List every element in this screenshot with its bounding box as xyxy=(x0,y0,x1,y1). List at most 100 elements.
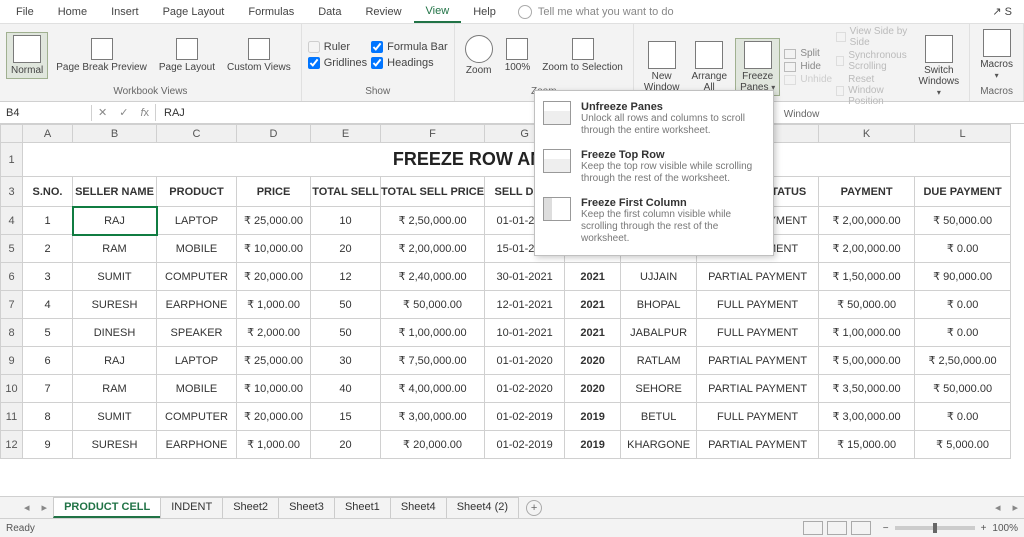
column-header[interactable]: L xyxy=(915,125,1011,143)
cell[interactable]: PARTIAL PAYMENT xyxy=(697,431,819,459)
cell[interactable]: 2019 xyxy=(565,403,621,431)
worksheet-grid[interactable]: ABCDEFGHIJKL1FREEZE ROW AND COLUMN3S.NO.… xyxy=(0,124,1024,496)
menu-data[interactable]: Data xyxy=(306,2,353,22)
freeze-first-column-item[interactable]: Freeze First ColumnKeep the first column… xyxy=(535,191,773,251)
cell[interactable]: ₹ 0.00 xyxy=(915,403,1011,431)
freeze-panes-button[interactable]: Freeze Panes xyxy=(735,38,780,96)
zoom-in-button[interactable]: + xyxy=(981,523,987,534)
menu-help[interactable]: Help xyxy=(461,2,508,22)
page-layout-view-icon[interactable] xyxy=(827,521,847,535)
header-cell[interactable]: PAYMENT xyxy=(819,177,915,207)
column-header[interactable]: K xyxy=(819,125,915,143)
cell[interactable]: ₹ 3,00,000.00 xyxy=(381,403,485,431)
cell[interactable]: ₹ 5,000.00 xyxy=(915,431,1011,459)
cell[interactable]: ₹ 50,000.00 xyxy=(819,291,915,319)
cell[interactable]: 50 xyxy=(311,319,381,347)
column-header[interactable]: C xyxy=(157,125,237,143)
cell[interactable]: ₹ 2,50,000.00 xyxy=(381,207,485,235)
row-header[interactable]: 9 xyxy=(1,347,23,375)
column-header[interactable]: D xyxy=(237,125,311,143)
header-cell[interactable]: TOTAL SELL PRICE xyxy=(381,177,485,207)
cell[interactable]: 01-02-2019 xyxy=(485,403,565,431)
cell[interactable]: RAM xyxy=(73,235,157,263)
cell[interactable]: DINESH xyxy=(73,319,157,347)
row-header[interactable]: 10 xyxy=(1,375,23,403)
cell[interactable]: SUMIT xyxy=(73,263,157,291)
cell[interactable]: ₹ 0.00 xyxy=(915,319,1011,347)
row-header[interactable]: 7 xyxy=(1,291,23,319)
cell[interactable]: ₹ 1,00,000.00 xyxy=(381,319,485,347)
sheet-tab[interactable]: Sheet2 xyxy=(222,497,279,518)
cell[interactable]: 30 xyxy=(311,347,381,375)
cell[interactable]: 4 xyxy=(23,291,73,319)
header-cell[interactable]: DUE PAYMENT xyxy=(915,177,1011,207)
cell[interactable]: ₹ 2,00,000.00 xyxy=(381,235,485,263)
menu-insert[interactable]: Insert xyxy=(99,2,151,22)
cell[interactable]: 01-02-2019 xyxy=(485,431,565,459)
sheet-tab[interactable]: PRODUCT CELL xyxy=(53,497,161,518)
cell[interactable]: ₹ 1,00,000.00 xyxy=(819,319,915,347)
hide-button[interactable]: Hide xyxy=(784,61,832,72)
cell[interactable]: ₹ 50,000.00 xyxy=(381,291,485,319)
select-all-corner[interactable] xyxy=(1,125,23,143)
header-cell[interactable]: PRODUCT xyxy=(157,177,237,207)
name-box[interactable]: B4 xyxy=(0,105,92,121)
cell[interactable]: EARPHONE xyxy=(157,431,237,459)
arrange-all-button[interactable]: Arrange All xyxy=(687,39,731,95)
cell[interactable]: RAJ xyxy=(73,347,157,375)
zoom-level[interactable]: 100% xyxy=(992,523,1018,534)
cell[interactable]: 2021 xyxy=(565,319,621,347)
cell[interactable]: ₹ 20,000.00 xyxy=(237,403,311,431)
cell[interactable]: SURESH xyxy=(73,431,157,459)
header-cell[interactable]: S.NO. xyxy=(23,177,73,207)
row-header[interactable]: 8 xyxy=(1,319,23,347)
cell[interactable]: ₹ 25,000.00 xyxy=(237,207,311,235)
share-button[interactable]: ↗ S xyxy=(984,1,1020,22)
cell[interactable]: ₹ 3,50,000.00 xyxy=(819,375,915,403)
cell[interactable]: 10-01-2021 xyxy=(485,319,565,347)
cell[interactable]: KHARGONE xyxy=(621,431,697,459)
freeze-top-row-item[interactable]: Freeze Top RowKeep the top row visible w… xyxy=(535,143,773,191)
cell[interactable]: RAM xyxy=(73,375,157,403)
cell[interactable]: PARTIAL PAYMENT xyxy=(697,263,819,291)
row-header[interactable]: 11 xyxy=(1,403,23,431)
cell[interactable]: JABALPUR xyxy=(621,319,697,347)
tell-me[interactable]: Tell me what you want to do xyxy=(518,5,674,19)
column-header[interactable]: E xyxy=(311,125,381,143)
cell[interactable]: SEHORE xyxy=(621,375,697,403)
cell[interactable]: 20 xyxy=(311,431,381,459)
cell[interactable]: PARTIAL PAYMENT xyxy=(697,375,819,403)
row-header[interactable]: 1 xyxy=(1,143,23,177)
zoom-out-button[interactable]: − xyxy=(883,523,889,534)
cell[interactable]: BETUL xyxy=(621,403,697,431)
hscroll-right-icon[interactable]: ▸ xyxy=(1006,501,1024,514)
cell[interactable]: 2020 xyxy=(565,375,621,403)
cell[interactable]: COMPUTER xyxy=(157,403,237,431)
cell[interactable]: 2020 xyxy=(565,347,621,375)
header-cell[interactable]: SELLER NAME xyxy=(73,177,157,207)
cell[interactable]: 40 xyxy=(311,375,381,403)
menu-page-layout[interactable]: Page Layout xyxy=(151,2,237,22)
unhide-button[interactable]: Unhide xyxy=(784,74,832,85)
cell[interactable]: ₹ 5,00,000.00 xyxy=(819,347,915,375)
sheet-tab[interactable]: Sheet4 xyxy=(390,497,447,518)
cell[interactable]: ₹ 0.00 xyxy=(915,235,1011,263)
gridlines-checkbox[interactable]: Gridlines xyxy=(308,57,367,69)
zoom-to-selection-button[interactable]: Zoom to Selection xyxy=(538,36,627,75)
normal-view-button[interactable]: Normal xyxy=(6,32,48,79)
cell[interactable]: 12-01-2021 xyxy=(485,291,565,319)
cell[interactable]: ₹ 20,000.00 xyxy=(237,263,311,291)
cell[interactable]: LAPTOP xyxy=(157,347,237,375)
tab-nav-prev-icon[interactable]: ◂ xyxy=(18,501,36,514)
cell[interactable]: 20 xyxy=(311,235,381,263)
zoom-slider[interactable] xyxy=(895,526,975,530)
menu-formulas[interactable]: Formulas xyxy=(236,2,306,22)
cell[interactable]: UJJAIN xyxy=(621,263,697,291)
cell[interactable]: PARTIAL PAYMENT xyxy=(697,347,819,375)
cell[interactable]: ₹ 2,40,000.00 xyxy=(381,263,485,291)
column-header[interactable]: F xyxy=(381,125,485,143)
cell[interactable]: 30-01-2021 xyxy=(485,263,565,291)
cell[interactable]: 10 xyxy=(311,207,381,235)
cell[interactable]: FULL PAYMENT xyxy=(697,291,819,319)
ruler-checkbox[interactable]: Ruler xyxy=(308,41,367,53)
